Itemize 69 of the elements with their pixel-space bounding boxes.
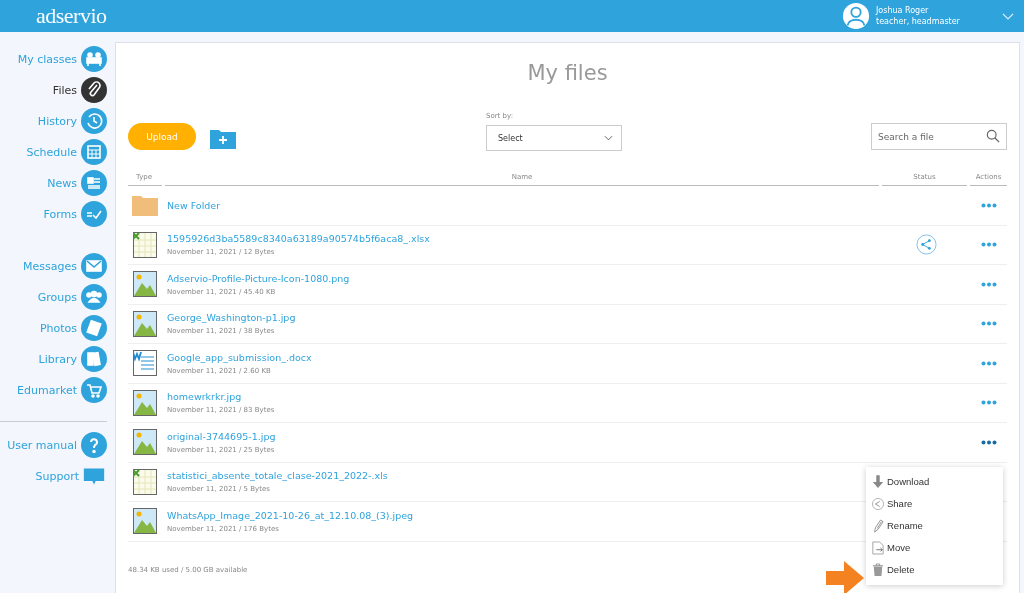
envelope-icon	[81, 253, 107, 279]
spreadsheet-file-icon	[133, 231, 157, 258]
calendar-icon	[81, 139, 107, 165]
menu-item[interactable]: Rename	[866, 514, 1003, 537]
document-file-icon	[133, 350, 157, 377]
nav-item[interactable]: Edumarket	[0, 377, 115, 403]
more-icon[interactable]	[980, 281, 997, 287]
nav-item[interactable]: Photos	[0, 315, 115, 341]
image-file-icon	[133, 508, 157, 535]
question-icon	[81, 432, 107, 458]
nav-item[interactable]: Groups	[0, 284, 115, 310]
clock-icon	[81, 108, 107, 134]
nav-item[interactable]: Files	[0, 77, 115, 103]
user-name: Joshua Roger	[876, 5, 930, 16]
pencil-icon	[872, 518, 884, 533]
search-icon[interactable]	[986, 129, 1000, 143]
avatar-icon[interactable]	[842, 2, 870, 30]
nav-item[interactable]: Support	[0, 463, 113, 489]
image-file-icon	[133, 310, 157, 337]
nav-item[interactable]: Schedule	[0, 139, 115, 165]
nav-item[interactable]: Messages	[0, 253, 115, 279]
people-icon	[81, 46, 107, 72]
more-icon[interactable]	[980, 321, 997, 327]
clip-icon	[81, 77, 107, 103]
page-title: My files	[526, 60, 609, 87]
file-name-link[interactable]: WhatsApp_Image_2021-10-26_at_12.10.08_(3).jpeg	[167, 509, 414, 521]
pointer-arrow-icon	[826, 560, 864, 593]
more-icon[interactable]	[980, 360, 997, 366]
trash-icon	[872, 562, 884, 577]
more-icon[interactable]	[980, 400, 997, 406]
file-arrow-icon	[872, 540, 884, 555]
nav-item[interactable]: Forms	[0, 201, 115, 227]
menu-item[interactable]: Delete	[866, 558, 1003, 581]
nav-item[interactable]: User manual	[0, 432, 115, 458]
new-folder-icon[interactable]	[210, 127, 236, 149]
down-arrow-icon	[872, 474, 884, 489]
chevron-down-icon[interactable]	[604, 135, 613, 141]
cart-icon	[81, 377, 107, 403]
more-icon[interactable]	[980, 242, 997, 248]
check-icon	[81, 201, 107, 227]
folder-icon	[132, 194, 158, 217]
spreadsheet-file-icon	[133, 468, 157, 495]
image-file-icon	[133, 389, 157, 416]
nav-item[interactable]: History	[0, 108, 115, 134]
more-icon[interactable]	[980, 439, 997, 445]
file-name-link[interactable]: original-3744695-1.jpg	[167, 430, 276, 442]
file-name-link[interactable]: statistici_absente_totale_clase-2021_2022-.xls	[167, 470, 388, 482]
image-file-icon	[133, 429, 157, 456]
search-field[interactable]: Search a file	[871, 123, 1007, 150]
nav-item[interactable]: Library	[0, 346, 115, 372]
file-name-link[interactable]: Google_app_submission_.docx	[167, 351, 312, 363]
news-icon	[81, 170, 107, 196]
image-file-icon	[133, 271, 157, 298]
nav-item[interactable]: My classes	[0, 46, 115, 72]
file-name-link[interactable]: Adservio-Profile-Picture-Icon-1080.png	[167, 272, 350, 284]
nav-item[interactable]: News	[0, 170, 115, 196]
share-icon	[872, 496, 884, 511]
file-name-link[interactable]: homewrkrkr.jpg	[167, 391, 242, 403]
file-name-link[interactable]: New Folder	[167, 199, 221, 211]
menu-item[interactable]: Download	[866, 470, 1003, 493]
file-name-link[interactable]: George_Washington-p1.jpg	[167, 312, 296, 324]
file-name-link[interactable]: 1595926d3ba5589c8340a63189a90574b5f6aca8_.xlsx	[167, 233, 430, 245]
user-role: teacher, headmaster	[876, 16, 961, 27]
upload-button[interactable]: Upload	[128, 123, 196, 150]
sort-select[interactable]: Select	[486, 125, 622, 151]
menu-item[interactable]: Share	[866, 492, 1003, 515]
menu-item[interactable]: Move	[866, 536, 1003, 559]
logo[interactable]: adservio	[36, 3, 107, 29]
more-icon[interactable]	[980, 202, 997, 208]
